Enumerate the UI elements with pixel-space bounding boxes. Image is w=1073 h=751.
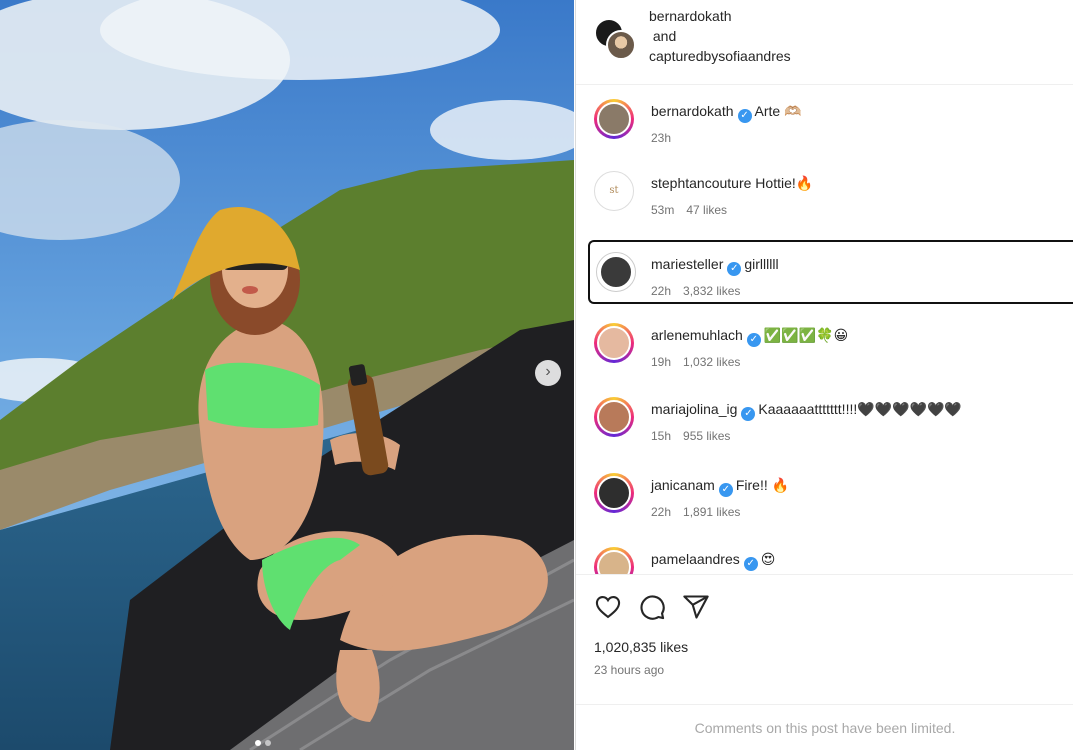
avatar (599, 255, 633, 289)
comment-line: mariajolina_ig ✓ Kaaaaaattttttt!!!!🖤🖤🖤🖤🖤🖤 (651, 401, 962, 421)
comment-item: janicanam ✓ Fire!! 🔥 22h 1,891 likes (576, 459, 1073, 531)
post-timestamp: 23 hours ago (594, 663, 665, 677)
comment-text: girllllll (744, 256, 779, 272)
comment-likes[interactable]: 3,832 likes (683, 284, 740, 298)
comment-avatar[interactable] (594, 323, 634, 363)
avatar (597, 550, 631, 574)
comment-text: Fire!! 🔥 (735, 477, 790, 493)
comment-meta: 22h 1,891 likes (651, 505, 740, 519)
comment-avatar[interactable] (594, 397, 634, 437)
comment-line: janicanam ✓ Fire!! 🔥 (651, 477, 789, 497)
carousel-dots (255, 733, 275, 751)
comment-likes[interactable]: 47 likes (686, 203, 727, 217)
share-icon[interactable] (682, 593, 710, 621)
carousel-next-button[interactable]: › (535, 360, 561, 386)
comment-avatar[interactable] (594, 473, 634, 513)
photo-illustration (0, 0, 574, 750)
verified-badge-icon: ✓ (737, 109, 752, 123)
comment-line: mariesteller ✓ girllllll (651, 256, 779, 276)
comment-time: 19h (651, 355, 672, 369)
comments-limited-notice: Comments on this post have been limited. (576, 704, 1073, 751)
comment-username[interactable]: mariajolina_ig (651, 401, 737, 417)
comment-time: 22h (651, 284, 672, 298)
comment-item: mariajolina_ig ✓ Kaaaaaattttttt!!!!🖤🖤🖤🖤🖤🖤 … (576, 383, 1073, 455)
post-header: bernardokath and capturedbysofiaandres (576, 0, 1073, 85)
comment-username[interactable]: janicanam (651, 477, 715, 493)
post-actions: 1,020,835 likes 23 hours ago (576, 574, 1073, 705)
carousel-dot-active (255, 740, 261, 746)
heart-icon[interactable] (594, 593, 622, 621)
comment-likes[interactable]: 1,891 likes (683, 505, 740, 519)
comment-list[interactable]: bernardokath ✓ Arte 🫶🏼 23h st stephtancout… (576, 85, 1073, 574)
author-joiner: and (649, 28, 677, 44)
collab-avatars[interactable] (594, 18, 636, 60)
verified-badge-icon: ✓ (741, 407, 756, 421)
comment-line: stephtancouture Hottie!🔥 (651, 175, 813, 192)
comment-time: 15h (651, 429, 672, 443)
comment-item: arlenemuhlach ✓ ✅✅✅🍀😀 19h 1,032 likes (576, 309, 1073, 381)
comment-username[interactable]: arlenemuhlach (651, 327, 743, 343)
comment-time: 23h (651, 131, 672, 145)
post-photo (0, 0, 574, 750)
avatar (597, 326, 631, 360)
avatar (597, 400, 631, 434)
comment-line: bernardokath ✓ Arte 🫶🏼 (651, 103, 802, 123)
avatar (606, 30, 636, 60)
comment-item: bernardokath ✓ Arte 🫶🏼 23h (576, 85, 1073, 157)
comment-likes[interactable]: 1,032 likes (683, 355, 740, 369)
verified-badge-icon: ✓ (743, 557, 758, 571)
like-count[interactable]: 1,020,835 likes (594, 639, 688, 655)
comment-meta: 19h 1,032 likes (651, 355, 740, 369)
post-authors[interactable]: bernardokath and capturedbysofiaandres (649, 6, 791, 66)
avatar (597, 476, 631, 510)
comment-avatar[interactable]: st (594, 171, 634, 211)
comment-item: pamelaandres ✓ 😍 (576, 533, 1073, 574)
comment-meta: 15h 955 likes (651, 429, 730, 443)
comment-text: ✅✅✅🍀😀 (763, 327, 849, 343)
comment-item: st stephtancouture Hottie!🔥 53m 47 likes (576, 157, 1073, 229)
comment-text: Arte 🫶🏼 (754, 103, 802, 119)
carousel-dot (265, 740, 271, 746)
post-panel: bernardokath and capturedbysofiaandres b… (575, 0, 1073, 750)
comment-username[interactable]: pamelaandres (651, 551, 740, 567)
comment-avatar[interactable] (596, 252, 636, 292)
comment-line: arlenemuhlach ✓ ✅✅✅🍀😀 (651, 327, 848, 347)
verified-badge-icon: ✓ (718, 483, 733, 497)
comment-line: pamelaandres ✓ 😍 (651, 551, 775, 571)
verified-badge-icon: ✓ (746, 333, 761, 347)
comment-avatar[interactable] (594, 547, 634, 574)
comment-avatar[interactable] (594, 99, 634, 139)
comment-time: 53m (651, 203, 675, 217)
comment-time: 22h (651, 505, 672, 519)
comment-text: 😍 (760, 551, 776, 567)
comment-text: Hottie!🔥 (755, 175, 814, 191)
author-name[interactable]: capturedbysofiaandres (649, 46, 791, 66)
comment-meta: 23h (651, 131, 671, 145)
comment-meta: 53m 47 likes (651, 203, 727, 217)
comment-likes[interactable]: 955 likes (683, 429, 730, 443)
avatar (597, 102, 631, 136)
comment-meta: 22h 3,832 likes (651, 284, 740, 298)
comment-username[interactable]: stephtancouture (651, 175, 751, 191)
comment-icon[interactable] (638, 593, 666, 621)
comment-username[interactable]: mariesteller (651, 256, 723, 272)
avatar: st (597, 174, 631, 208)
comment-item-highlighted: mariesteller ✓ girllllll 22h 3,832 likes (588, 240, 1073, 304)
author-name[interactable]: bernardokath (649, 6, 791, 26)
comment-text: Kaaaaaattttttt!!!!🖤🖤🖤🖤🖤🖤 (758, 401, 962, 417)
comment-username[interactable]: bernardokath (651, 103, 734, 119)
verified-badge-icon: ✓ (727, 262, 742, 276)
